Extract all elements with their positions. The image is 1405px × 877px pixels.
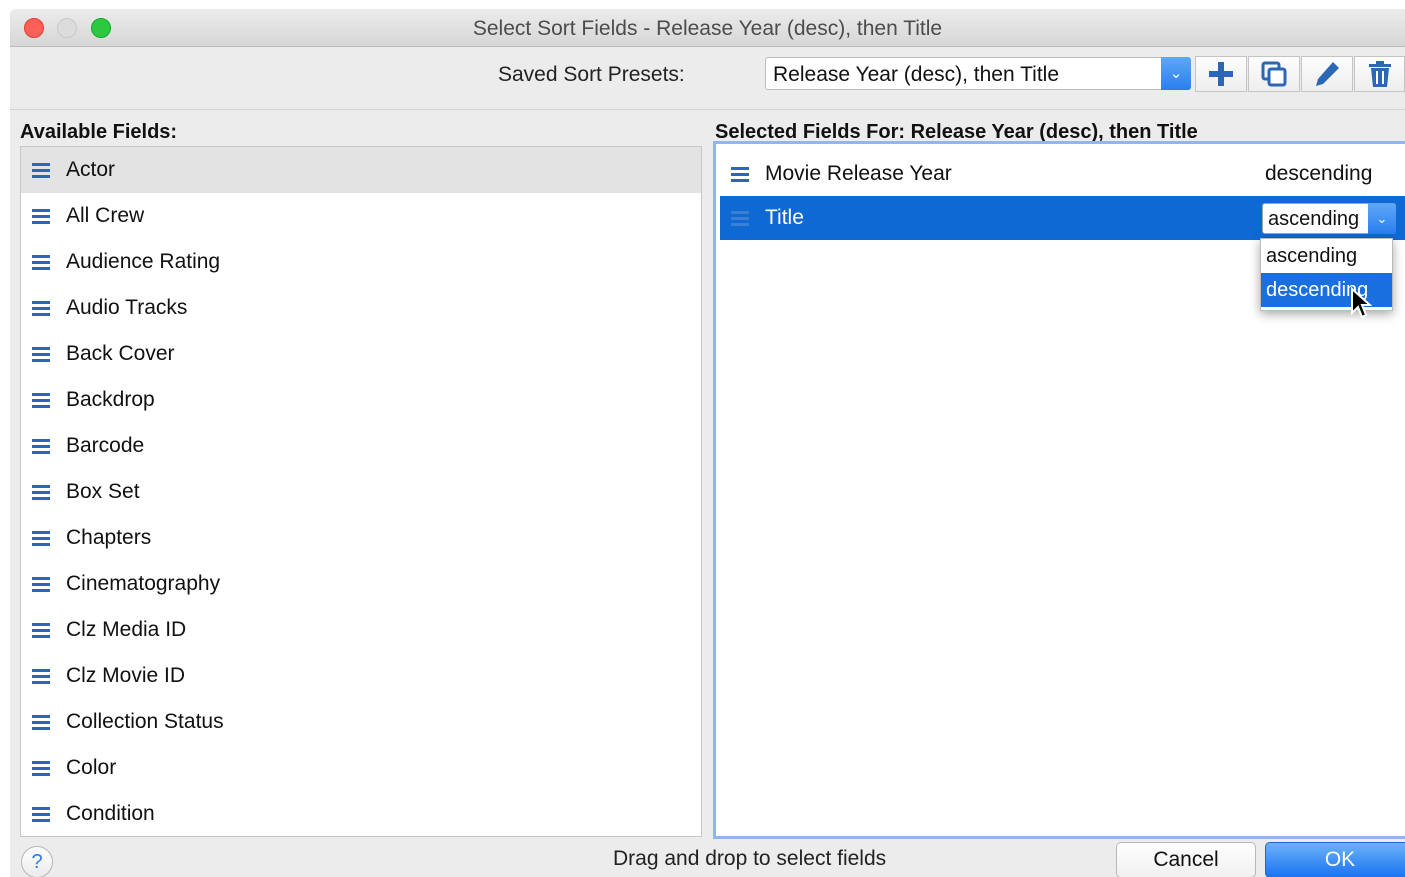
delete-preset-button[interactable] xyxy=(1354,56,1405,92)
saved-presets-label: Saved Sort Presets: xyxy=(498,63,685,86)
drag-handle-icon[interactable] xyxy=(32,806,50,822)
list-item[interactable]: Actor xyxy=(21,147,701,193)
drag-handle-icon[interactable] xyxy=(32,714,50,730)
saved-presets-value: Release Year (desc), then Title xyxy=(773,63,1060,86)
add-preset-button[interactable] xyxy=(1195,56,1247,92)
list-item[interactable]: Clz Media ID xyxy=(21,607,701,653)
list-item[interactable]: Audio Tracks xyxy=(21,285,701,331)
list-item[interactable]: Clz Movie ID xyxy=(21,653,701,699)
window-title: Select Sort Fields - Release Year (desc)… xyxy=(472,17,943,40)
field-label: Cinematography xyxy=(66,572,221,595)
dropdown-option-ascending[interactable]: ascending xyxy=(1261,239,1392,273)
drag-handle-icon[interactable] xyxy=(731,166,749,182)
field-label: Backdrop xyxy=(66,388,155,411)
drag-handle-icon[interactable] xyxy=(32,162,50,178)
dropdown-option-descending[interactable]: descending xyxy=(1261,273,1392,307)
drag-handle-icon[interactable] xyxy=(32,622,50,638)
sort-order-value: ascending xyxy=(1268,208,1360,230)
field-label: Audience Rating xyxy=(66,250,221,273)
list-item[interactable]: Cinematography xyxy=(21,561,701,607)
mouse-cursor-icon xyxy=(1351,287,1372,319)
trash-icon xyxy=(1368,61,1391,87)
drag-handle-icon[interactable] xyxy=(32,254,50,270)
selected-row-release-year[interactable]: Movie Release Year descending xyxy=(720,152,1405,196)
chevron-down-icon[interactable]: ⌄ xyxy=(1161,57,1191,90)
drag-handle-icon[interactable] xyxy=(731,210,749,226)
edit-preset-button[interactable] xyxy=(1301,56,1353,92)
sort-order-select[interactable]: ascending ⌄ xyxy=(1262,203,1396,234)
field-label: Clz Movie ID xyxy=(66,664,186,687)
drag-handle-icon[interactable] xyxy=(32,392,50,408)
sort-order-value[interactable]: descending xyxy=(1265,162,1372,186)
field-label: Box Set xyxy=(66,480,140,503)
drag-handle-icon[interactable] xyxy=(32,760,50,776)
list-item[interactable]: Backdrop xyxy=(21,377,701,423)
field-label: Condition xyxy=(66,802,155,825)
duplicate-preset-button[interactable] xyxy=(1248,56,1300,92)
field-label: Clz Media ID xyxy=(66,618,187,641)
pencil-icon xyxy=(1316,62,1339,86)
field-label: Collection Status xyxy=(66,710,224,733)
list-item[interactable]: Color xyxy=(21,745,701,791)
field-label: Color xyxy=(66,756,117,779)
ok-button[interactable]: OK xyxy=(1265,842,1405,877)
drag-handle-icon[interactable] xyxy=(32,668,50,684)
drag-handle-icon[interactable] xyxy=(32,438,50,454)
field-label: All Crew xyxy=(66,204,145,227)
sort-fields-dialog: Select Sort Fields - Release Year (desc)… xyxy=(10,9,1405,877)
drag-handle-icon[interactable] xyxy=(32,530,50,546)
drag-drop-hint: Drag and drop to select fields xyxy=(613,847,887,870)
field-label: Title xyxy=(765,206,804,229)
field-label: Back Cover xyxy=(66,342,175,365)
drag-handle-icon[interactable] xyxy=(32,484,50,500)
available-fields-label: Available Fields: xyxy=(20,121,178,143)
list-item[interactable]: Box Set xyxy=(21,469,701,515)
field-label: Actor xyxy=(66,158,116,181)
drag-handle-icon[interactable] xyxy=(32,346,50,362)
field-label: Movie Release Year xyxy=(765,162,952,185)
available-fields-list[interactable]: Actor All Crew Audience Rating Audio Tra… xyxy=(20,146,702,837)
field-label: Barcode xyxy=(66,434,145,457)
chevron-down-icon[interactable]: ⌄ xyxy=(1368,203,1396,234)
list-item[interactable]: Back Cover xyxy=(21,331,701,377)
presets-toolbar: Saved Sort Presets: Release Year (desc),… xyxy=(10,47,1405,110)
sort-order-dropdown: ascending descending xyxy=(1260,238,1393,311)
selected-row-title[interactable]: Title ascending ⌄ xyxy=(720,196,1405,240)
field-label: Chapters xyxy=(66,526,152,549)
field-label: Audio Tracks xyxy=(66,296,188,319)
copy-icon xyxy=(1261,61,1287,87)
plus-icon xyxy=(1209,62,1233,86)
list-item[interactable]: All Crew xyxy=(21,193,701,239)
list-item[interactable]: Chapters xyxy=(21,515,701,561)
list-item[interactable]: Barcode xyxy=(21,423,701,469)
drag-handle-icon[interactable] xyxy=(32,208,50,224)
list-item[interactable]: Audience Rating xyxy=(21,239,701,285)
help-button[interactable]: ? xyxy=(21,846,53,877)
list-item[interactable]: Condition xyxy=(21,791,701,836)
saved-presets-select[interactable]: Release Year (desc), then Title ⌄ xyxy=(765,57,1191,90)
list-item[interactable]: Collection Status xyxy=(21,699,701,745)
cancel-button[interactable]: Cancel xyxy=(1116,842,1256,877)
title-bar: Select Sort Fields - Release Year (desc)… xyxy=(10,9,1405,47)
drag-handle-icon[interactable] xyxy=(32,576,50,592)
drag-handle-icon[interactable] xyxy=(32,300,50,316)
